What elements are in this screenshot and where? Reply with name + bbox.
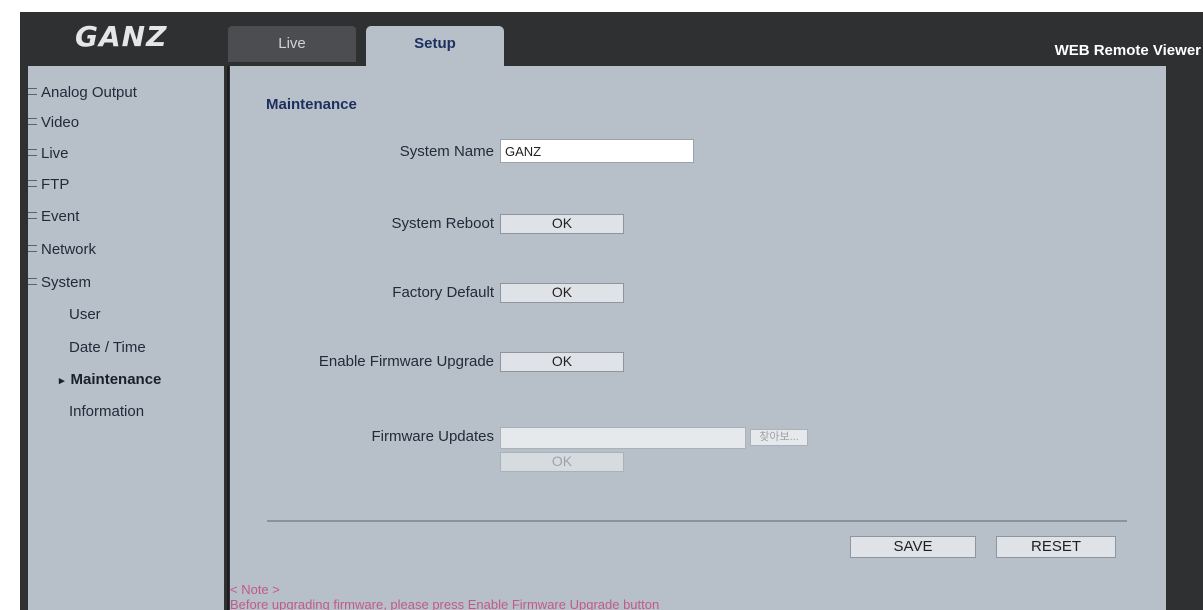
enable-firmware-upgrade-ok-button[interactable]: OK: [500, 352, 624, 372]
menu-bullet-icon: [28, 278, 37, 285]
sidebar-menu: Analog Output Video Live FTP Event Netwo…: [28, 66, 224, 610]
menu-bullet-icon: [28, 88, 37, 95]
sidebar-item-network[interactable]: Network: [28, 241, 96, 258]
sidebar-subitem-date-time[interactable]: Date / Time: [69, 339, 146, 356]
sidebar-item-live[interactable]: Live: [28, 145, 69, 162]
system-name-label: System Name: [399, 143, 494, 160]
sidebar-item-label: Analog Output: [41, 84, 137, 101]
sidebar-item-label: Maintenance: [70, 371, 162, 388]
sidebar-subitem-information[interactable]: Information: [69, 403, 144, 420]
save-button[interactable]: SAVE: [850, 536, 976, 558]
sidebar-item-label: Network: [41, 241, 97, 258]
system-name-input[interactable]: [500, 139, 694, 163]
tab-setup[interactable]: Setup: [366, 26, 504, 66]
active-marker-icon: ▸: [59, 375, 65, 387]
factory-default-ok-button[interactable]: OK: [500, 283, 624, 303]
app-window: GANZ Live Setup WEB Remote Viewer Analog…: [20, 12, 1203, 610]
tab-live[interactable]: Live: [228, 26, 356, 62]
sidebar-item-ftp[interactable]: FTP: [28, 176, 69, 193]
sidebar-item-system[interactable]: System: [28, 274, 91, 291]
menu-bullet-icon: [28, 212, 37, 219]
sidebar-subitem-maintenance[interactable]: ▸ Maintenance: [59, 371, 161, 388]
menu-bullet-icon: [28, 118, 37, 125]
menu-bullet-icon: [28, 149, 37, 156]
firmware-update-ok-button[interactable]: OK: [500, 452, 624, 472]
sidebar-item-video[interactable]: Video: [28, 114, 79, 131]
sidebar-item-event[interactable]: Event: [28, 208, 79, 225]
sidebar-item-label: Video: [41, 114, 80, 131]
factory-default-label: Factory Default: [392, 284, 494, 301]
menu-bullet-icon: [28, 245, 37, 252]
firmware-updates-label: Firmware Updates: [371, 428, 494, 445]
note-title: < Note >: [230, 582, 280, 597]
divider-line: [267, 520, 1127, 522]
sidebar-item-label: FTP: [41, 176, 70, 193]
browse-button[interactable]: 찾아보...: [750, 429, 808, 446]
ganz-logo: GANZ: [75, 20, 168, 53]
section-title: Maintenance: [266, 96, 357, 113]
firmware-file-input[interactable]: [500, 427, 746, 449]
system-reboot-ok-button[interactable]: OK: [500, 214, 624, 234]
reset-button[interactable]: RESET: [996, 536, 1116, 558]
enable-firmware-upgrade-label: Enable Firmware Upgrade: [318, 353, 494, 370]
note-text: Before upgrading firmware, please press …: [230, 597, 660, 610]
sidebar-item-label: Live: [41, 145, 69, 162]
app-title: WEB Remote Viewer: [1054, 42, 1201, 59]
system-reboot-label: System Reboot: [391, 215, 494, 232]
maintenance-panel: Maintenance System Name System Reboot OK…: [230, 66, 1166, 610]
sidebar-subitem-user[interactable]: User: [69, 306, 101, 323]
menu-bullet-icon: [28, 180, 37, 187]
sidebar-item-analog-output[interactable]: Analog Output: [28, 84, 137, 101]
sidebar-item-label: System: [41, 274, 92, 291]
sidebar-item-label: Event: [41, 208, 80, 225]
